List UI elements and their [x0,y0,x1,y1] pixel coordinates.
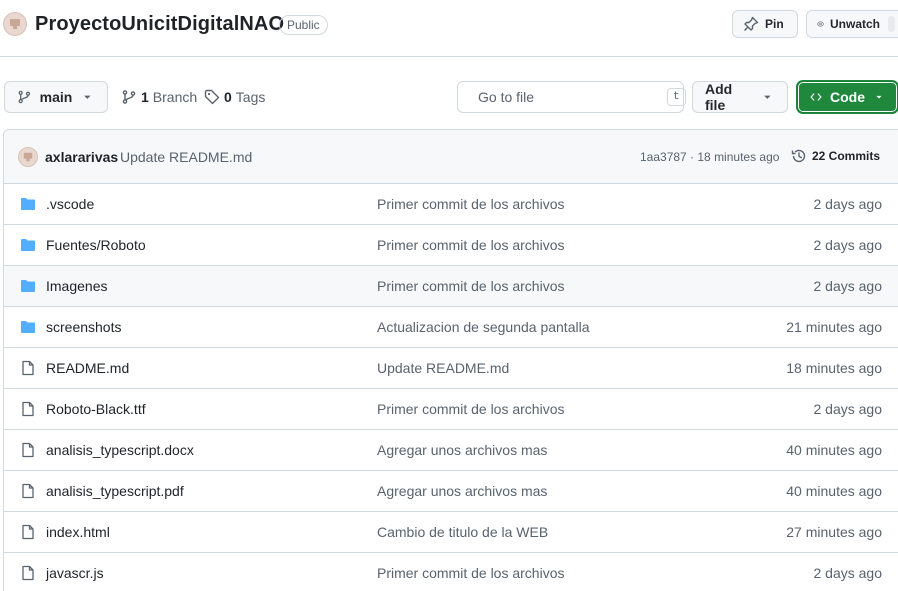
file-name-link[interactable]: analisis_typescript.pdf [46,483,184,499]
file-commit-age: 2 days ago [813,237,883,253]
file-row[interactable]: index.html Cambio de titulo de la WEB 27 m… [4,512,898,553]
file-icon [20,565,36,581]
code-button[interactable]: Code [797,81,898,113]
commits-count: 22 Commits [812,149,881,163]
tags-link[interactable]: 0 Tags [204,81,265,113]
file-commit-message-link[interactable]: Primer commit de los archivos [377,237,565,253]
folder-icon [20,237,36,253]
file-name-link[interactable]: .vscode [46,196,94,212]
file-listing: axlararivas Update README.md 1aa3787 · 1… [3,129,898,591]
folder-icon [20,278,36,294]
branches-link[interactable]: 1 Branch [121,81,197,113]
file-row[interactable]: javascr.js Primer commit de los archivos 2… [4,553,898,591]
file-commit-age: 40 minutes ago [786,442,882,458]
file-icon [20,524,36,540]
file-commit-message-link[interactable]: Primer commit de los archivos [377,278,565,294]
pin-icon [744,16,759,31]
file-commit-age: 27 minutes ago [786,524,882,540]
file-commit-age: 2 days ago [813,278,883,294]
file-row[interactable]: analisis_typescript.docx Agregar unos arc… [4,430,898,471]
repo-header: ProyectoUnicitDigitalNAO Public Pin Unwa… [0,0,898,57]
file-name-link[interactable]: analisis_typescript.docx [46,442,194,458]
tags-count: 0 [224,89,232,105]
file-icon [20,360,36,376]
repo-title[interactable]: ProyectoUnicitDigitalNAO [35,13,284,36]
file-commit-message-link[interactable]: Agregar unos archivos mas [377,442,547,458]
add-file-button[interactable]: Add file [692,81,788,113]
git-branch-icon [18,90,31,104]
file-commit-message-link[interactable]: Update README.md [377,360,509,376]
file-row[interactable]: Roboto-Black.ttf Primer commit de los arc… [4,389,898,430]
file-name-link[interactable]: javascr.js [46,565,104,581]
branch-name: main [39,89,73,105]
file-rows: .vscode Primer commit de los archivos 2 da… [4,184,898,591]
file-icon [20,483,36,499]
author-avatar-icon[interactable] [18,147,38,167]
folder-icon [20,196,36,212]
history-icon [791,149,806,163]
file-commit-message-link[interactable]: Cambio de titulo de la WEB [377,524,548,540]
unwatch-label: Unwatch [829,17,880,31]
tags-label: Tags [235,89,266,105]
code-icon [810,93,822,101]
visibility-badge: Public [279,15,328,35]
repo-avatar-icon[interactable] [3,12,27,36]
code-label: Code [830,89,865,105]
pin-label: Pin [765,17,784,31]
pin-button[interactable]: Pin [732,10,798,38]
commits-history-link[interactable]: 22 Commits [791,148,880,164]
folder-icon [20,319,36,335]
eye-icon [817,21,824,27]
file-commit-age: 40 minutes ago [786,483,882,499]
branches-count: 1 [141,89,149,105]
file-row[interactable]: analisis_typescript.pdf Agregar unos arch… [4,471,898,512]
commit-hash-time[interactable]: 1aa3787 · 18 minutes ago [640,150,779,164]
file-commit-message-link[interactable]: Primer commit de los archivos [377,401,565,417]
file-commit-message-link[interactable]: Primer commit de los archivos [377,565,565,581]
file-commit-message-link[interactable]: Agregar unos archivos mas [377,483,547,499]
file-name-link[interactable]: Fuentes/Roboto [46,237,146,253]
add-file-label: Add file [705,81,733,113]
file-commit-age: 21 minutes ago [786,319,882,335]
triangle-down-icon [84,95,91,99]
file-name-link[interactable]: screenshots [46,319,121,335]
watch-count-badge [888,16,895,32]
file-row[interactable]: Fuentes/Roboto Primer commit de los archi… [4,225,898,266]
file-commit-age: 2 days ago [813,401,883,417]
file-name-link[interactable]: index.html [46,524,110,540]
latest-commit-bar: axlararivas Update README.md 1aa3787 · 1… [4,130,898,184]
repo-toolbar: main 1 Branch 0 Tags t Add file Code [0,81,898,113]
triangle-down-icon [764,95,771,99]
tag-icon [204,89,220,105]
file-row[interactable]: README.md Update README.md 18 minutes ago [4,348,898,389]
file-commit-message-link[interactable]: Primer commit de los archivos [377,196,565,212]
file-icon [20,401,36,417]
file-commit-age: 2 days ago [813,565,883,581]
file-name-link[interactable]: Imagenes [46,278,107,294]
git-branch-icon [122,90,136,104]
branches-label: Branch [152,89,198,105]
commit-message-link[interactable]: Update README.md [120,149,252,165]
unwatch-button[interactable]: Unwatch [806,10,898,38]
file-name-link[interactable]: Roboto-Black.ttf [46,401,146,417]
file-row[interactable]: .vscode Primer commit de los archivos 2 da… [4,184,898,225]
go-to-file-search[interactable]: t [457,81,686,113]
file-commit-age: 18 minutes ago [786,360,882,376]
file-commit-message-link[interactable]: Actualizacion de segunda pantalla [377,319,590,335]
file-name-link[interactable]: README.md [46,360,129,376]
shortcut-hint: t [667,88,686,106]
triangle-down-icon [876,95,882,99]
file-commit-age: 2 days ago [813,196,883,212]
file-row[interactable]: Imagenes Primer commit de los archivos 2 d… [4,266,898,307]
commit-author-link[interactable]: axlararivas [45,149,118,165]
file-row[interactable]: screenshots Actualizacion de segunda pant… [4,307,898,348]
go-to-file-input[interactable] [478,89,659,105]
branch-selector[interactable]: main [4,81,108,113]
file-icon [20,442,36,458]
